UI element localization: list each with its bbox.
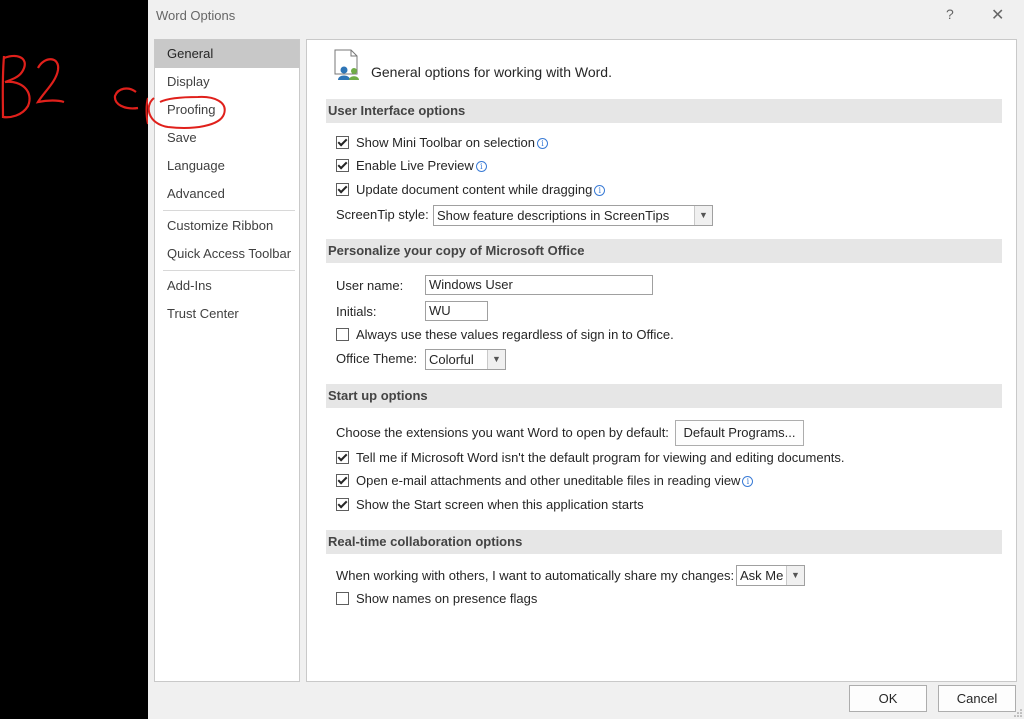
presence-flags-checkbox[interactable] (336, 592, 349, 605)
update-dragging-checkbox[interactable] (336, 183, 349, 196)
extensions-label: Choose the extensions you want Word to o… (336, 425, 669, 440)
section-header-ui-options: User Interface options (326, 99, 1002, 123)
screentip-style-label: ScreenTip style: (336, 207, 429, 222)
update-dragging-label: Update document content while dragging (356, 182, 593, 197)
screentip-style-select[interactable]: Show feature descriptions in ScreenTips … (433, 205, 713, 226)
sidebar-divider (163, 270, 295, 271)
handwritten-annotation: B2 (1, 54, 148, 125)
show-start-label: Show the Start screen when this applicat… (356, 497, 644, 512)
office-theme-select[interactable]: Colorful ▼ (425, 349, 506, 370)
presence-flags-label: Show names on presence flags (356, 591, 538, 606)
options-content: General options for working with Word. U… (306, 39, 1017, 682)
show-start-checkbox[interactable] (336, 498, 349, 511)
show-start-option[interactable]: Show the Start screen when this applicat… (336, 495, 644, 515)
dialog-title: Word Options (156, 8, 236, 23)
screentip-style-value: Show feature descriptions in ScreenTips (437, 208, 670, 223)
cancel-button[interactable]: Cancel (938, 685, 1016, 712)
close-icon[interactable]: ✕ (991, 5, 1004, 25)
info-icon[interactable]: i (742, 476, 754, 487)
general-options-icon (334, 49, 359, 80)
sidebar-item-advanced[interactable]: Advanced (155, 180, 299, 208)
sidebar-item-add-ins[interactable]: Add-Ins (155, 272, 299, 300)
presence-flags-option[interactable]: Show names on presence flags (336, 589, 537, 609)
username-label: User name: (336, 278, 404, 293)
always-use-label: Always use these values regardless of si… (356, 327, 674, 342)
sidebar-item-general[interactable]: General (155, 40, 299, 68)
open-email-option[interactable]: Open e-mail attachments and other unedit… (336, 471, 754, 491)
section-header-startup: Start up options (326, 384, 1002, 408)
share-changes-select[interactable]: Ask Me ▼ (736, 565, 805, 586)
section-header-personalize: Personalize your copy of Microsoft Offic… (326, 239, 1002, 263)
section-header-collaboration: Real-time collaboration options (326, 530, 1002, 554)
initials-label: Initials: (336, 304, 377, 319)
mini-toolbar-option[interactable]: Show Mini Toolbar on selection i (336, 133, 548, 153)
chevron-down-icon[interactable]: ▼ (694, 206, 712, 225)
word-options-dialog: Word Options ? ✕ General Display Proofin… (148, 0, 1024, 719)
office-theme-label: Office Theme: (336, 351, 418, 366)
default-programs-button[interactable]: Default Programs... (675, 420, 804, 446)
initials-field[interactable]: WU (425, 301, 488, 321)
update-dragging-option[interactable]: Update document content while dragging i (336, 180, 606, 200)
mini-toolbar-label: Show Mini Toolbar on selection (356, 135, 535, 150)
office-theme-value: Colorful (429, 352, 474, 367)
resize-grip-icon[interactable] (1014, 709, 1022, 717)
mini-toolbar-checkbox[interactable] (336, 136, 349, 149)
help-icon[interactable]: ? (946, 6, 954, 22)
username-field[interactable]: Windows User (425, 275, 653, 295)
info-icon[interactable]: i (594, 185, 606, 196)
info-icon[interactable]: i (536, 138, 548, 149)
tell-me-checkbox[interactable] (336, 451, 349, 464)
tell-me-label: Tell me if Microsoft Word isn't the defa… (356, 450, 845, 465)
live-preview-label: Enable Live Preview (356, 158, 474, 173)
sidebar-item-trust-center[interactable]: Trust Center (155, 300, 299, 328)
share-changes-label: When working with others, I want to auto… (336, 568, 735, 583)
live-preview-option[interactable]: Enable Live Preview i (336, 156, 487, 176)
live-preview-checkbox[interactable] (336, 159, 349, 172)
sidebar-item-customize-ribbon[interactable]: Customize Ribbon (155, 212, 299, 240)
chevron-down-icon[interactable]: ▼ (786, 566, 804, 585)
ok-button[interactable]: OK (849, 685, 927, 712)
annotation-circle (148, 95, 226, 129)
sidebar-item-language[interactable]: Language (155, 152, 299, 180)
info-icon[interactable]: i (475, 161, 487, 172)
options-sidebar: General Display Proofing Save Language A… (154, 39, 300, 682)
page-title: General options for working with Word. (371, 64, 612, 80)
chevron-down-icon[interactable]: ▼ (487, 350, 505, 369)
open-email-checkbox[interactable] (336, 474, 349, 487)
sidebar-divider (163, 210, 295, 211)
open-email-label: Open e-mail attachments and other unedit… (356, 473, 741, 488)
always-use-checkbox[interactable] (336, 328, 349, 341)
sidebar-item-quick-access-toolbar[interactable]: Quick Access Toolbar (155, 240, 299, 268)
always-use-option[interactable]: Always use these values regardless of si… (336, 325, 674, 345)
tell-me-option[interactable]: Tell me if Microsoft Word isn't the defa… (336, 448, 845, 468)
share-changes-value: Ask Me (740, 568, 784, 583)
